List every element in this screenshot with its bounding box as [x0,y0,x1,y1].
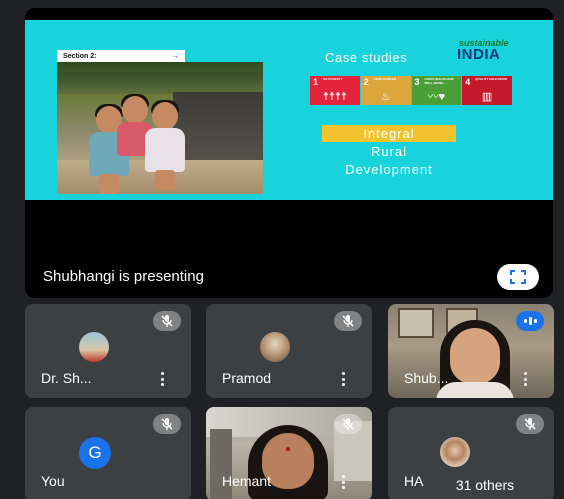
participant-tile[interactable]: Shub... [388,304,554,398]
section-label-text: Section 2: [63,52,97,60]
avatar [440,437,470,467]
sdg-4-tile: 4 QUALITY EDUCATION ▥ [462,76,512,105]
fullscreen-icon [510,270,526,284]
others-count-button[interactable]: 31 others [428,472,542,498]
participant-tile[interactable]: Hemant [206,407,372,499]
logo-main-text: INDIA [457,46,501,63]
avatar [260,332,290,362]
slide-title: Case studies [325,50,408,65]
slide-line-integral: Integral [363,126,415,141]
sdg-2-tile: 2 ZERO HUNGER ♨ [360,76,411,105]
arrow-right-icon: → [172,52,179,60]
participant-name: Hemant [222,473,272,489]
sdg-icons: 1 NO POVERTY ☨☨☨☨ 2 ZERO HUNGER ♨ 3 GOOD… [310,76,512,105]
bowl-icon: ♨ [380,91,391,103]
people-icon: ☨☨☨☨ [322,91,347,103]
participant-name: Pramod [222,370,272,386]
mic-off-icon [153,414,181,434]
sdg-1-tile: 1 NO POVERTY ☨☨☨☨ [310,76,360,105]
slide-line-development: Development [345,162,433,177]
book-icon: ▥ [481,91,493,103]
slide-line-rural: Rural [370,144,408,159]
avatar [79,332,109,362]
children-photo [57,62,263,194]
mic-off-icon [153,311,181,331]
speaking-indicator-icon [516,311,544,331]
mic-off-icon [516,414,544,434]
mic-off-icon [334,311,362,331]
participant-name: You [41,473,65,489]
mic-off-icon [334,414,362,434]
participant-tile[interactable]: Dr. Sh... [25,304,191,398]
shared-slide: Section 2: → sustainable INDIA Case stud… [25,20,553,200]
participant-tile[interactable]: Pramod [206,304,372,398]
presentation-view[interactable]: Section 2: → sustainable INDIA Case stud… [25,8,553,298]
participant-name: Dr. Sh... [41,370,92,386]
more-options-icon[interactable] [338,475,348,489]
sustainable-india-logo: sustainable INDIA [453,38,533,64]
section-label: Section 2: → [57,50,185,62]
fullscreen-button[interactable] [497,264,539,290]
heartbeat-icon: 〰♥ [427,91,446,103]
avatar: G [79,437,111,469]
presenting-label: Shubhangi is presenting [43,268,204,285]
participant-name: Shub... [404,370,449,386]
more-options-icon[interactable] [338,372,348,386]
sdg-3-tile: 3 GOOD HEALTH AND WELL-BEING 〰♥ [411,76,462,105]
participant-tile[interactable]: G You [25,407,191,499]
participant-name: HA [404,473,424,489]
more-options-icon[interactable] [520,372,530,386]
more-options-icon[interactable] [157,372,167,386]
